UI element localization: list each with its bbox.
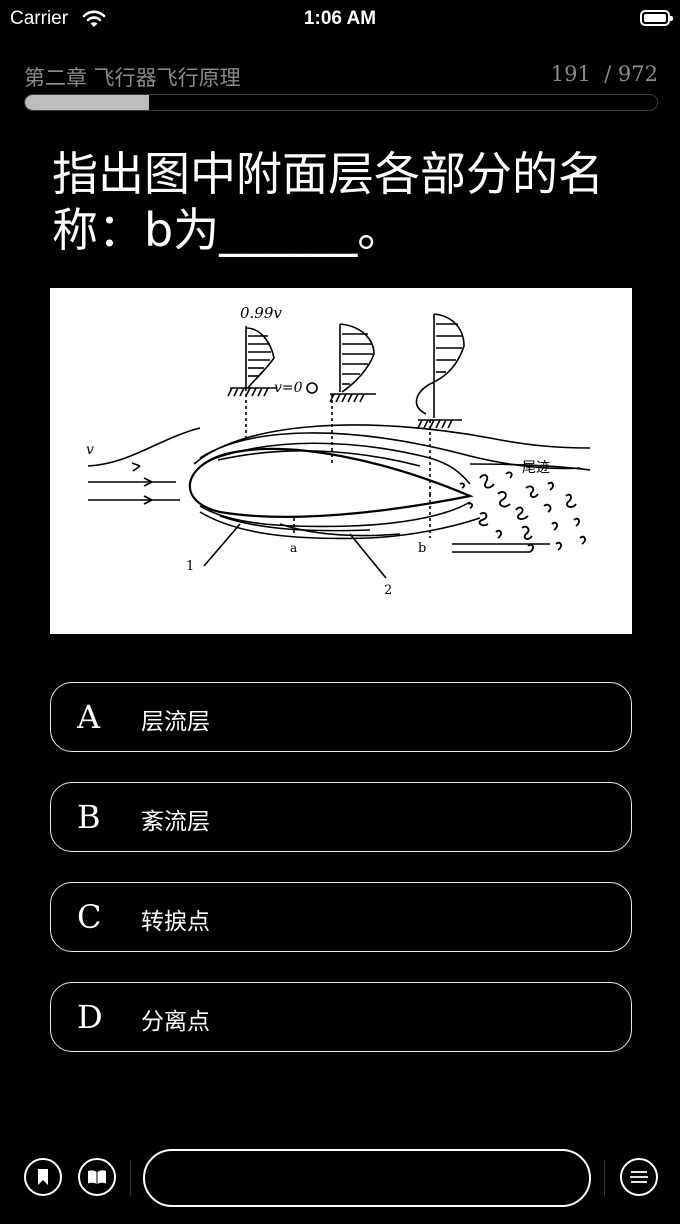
label-v: v — [86, 442, 94, 458]
label-wake: 尾迹 — [522, 460, 550, 476]
airfoil-boundary-layer-diagram: 0.99v v=0 v 尾迹 1 2 a b — [86, 304, 591, 598]
label-2: 2 — [384, 583, 392, 598]
label-1: 1 — [186, 559, 194, 574]
option-letter: A — [77, 698, 101, 736]
option-a[interactable]: A 层流层 — [50, 682, 632, 752]
option-text: 转捩点 — [141, 909, 210, 935]
option-letter: D — [77, 998, 103, 1036]
label-099v: 0.99v — [240, 304, 282, 322]
option-text: 层流层 — [141, 709, 210, 735]
bookmark-button[interactable] — [24, 1158, 62, 1196]
label-a: a — [290, 541, 297, 555]
current-index: 191 — [550, 62, 591, 86]
option-text: 分离点 — [141, 1009, 210, 1035]
status-bar: Carrier 1:06 AM — [0, 0, 680, 40]
menu-icon — [630, 1171, 648, 1183]
option-b[interactable]: B 紊流层 — [50, 782, 632, 852]
total-count: / 972 — [604, 62, 658, 86]
label-b: b — [418, 541, 426, 556]
label-v0: v=0 — [274, 380, 303, 396]
divider — [130, 1160, 131, 1196]
option-letter: B — [77, 798, 101, 836]
progress-fill — [25, 95, 149, 110]
divider — [604, 1160, 605, 1196]
progress-bar — [24, 94, 658, 111]
chapter-title: 第二章 飞行器飞行原理 — [24, 66, 241, 90]
option-text: 紊流层 — [141, 809, 210, 835]
option-letter: C — [77, 898, 102, 936]
bookmark-icon — [38, 1169, 48, 1185]
question-text: 指出图中附面层各部分的名称：b为______。 — [52, 147, 604, 257]
question-figure: 0.99v v=0 v 尾迹 1 2 a b — [50, 288, 632, 634]
answer-input[interactable] — [143, 1149, 591, 1207]
option-d[interactable]: D 分离点 — [50, 982, 632, 1052]
option-c[interactable]: C 转捩点 — [50, 882, 632, 952]
menu-button[interactable] — [620, 1158, 658, 1196]
question-counter: 191 / 972 — [551, 62, 658, 86]
clock: 1:06 AM — [303, 8, 377, 29]
battery-icon — [640, 10, 673, 26]
book-icon — [88, 1170, 106, 1184]
book-button[interactable] — [78, 1158, 116, 1196]
